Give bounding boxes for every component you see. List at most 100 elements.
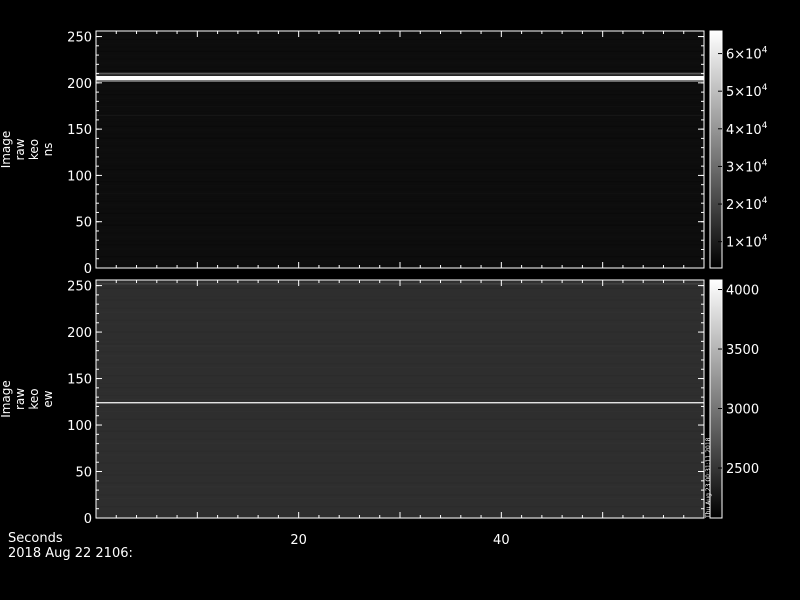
keogram-noise-row [96,418,704,420]
keogram-noise-row [96,70,704,72]
date-label: 2018 Aug 22 2106: [8,546,133,561]
keogram-noise-row [96,212,704,214]
keogram-noise-row [96,311,704,313]
keogram-noise-row [96,149,704,151]
keogram-noise-row [96,90,704,92]
keogram-noise-row [96,204,704,206]
keogram-noise-row [96,236,704,238]
keogram-noise-row [96,58,704,60]
keogram-noise-row [96,46,704,48]
keogram-noise-row [96,165,704,167]
colorbar-tick-label: 2500 [726,462,759,477]
x-tick-label: 40 [493,533,510,548]
y-tick-label: 0 [84,262,92,277]
colorbar-tick-label: 3000 [726,403,759,418]
keogram-noise-row [96,181,704,183]
keogram-noise-row [96,299,704,301]
keogram-noise-row [96,153,704,155]
keogram-noise-row [96,248,704,250]
keogram-noise-row [96,410,704,413]
keogram-bright-band [96,402,704,404]
keogram-noise-row [96,228,704,230]
keogram-noise-row [96,200,704,202]
keogram-noise-row [96,355,704,357]
keogram-noise-row [96,363,704,365]
keogram-figure: 050100150200250 Image raw keo ns 1×1042×104… [0,30,768,548]
keogram-noise-row [96,291,704,293]
keogram-noise-row [96,466,704,468]
y-tick-label: 250 [67,31,92,46]
y-tick-label: 200 [67,326,92,341]
x-axis-label: Seconds [8,531,63,546]
keogram-noise-row [96,390,704,393]
y-tick-label: 50 [75,466,92,481]
keogram-noise-row [96,450,704,452]
colorbar-gradient [709,30,723,269]
y-axis-label-word: keo [27,388,41,409]
y-tick-label: 0 [84,512,92,527]
keogram-noise-row [96,137,704,139]
keogram-noise-row [96,256,704,258]
keogram-noise-row [96,161,704,163]
keogram-noise-row [96,510,704,512]
keogram-noise-row [96,133,704,135]
keogram-noise-row [96,414,704,416]
colorbar-tick-label: 3500 [726,343,759,358]
keogram-bright-band [96,345,704,347]
colorbar-tick-label: 5×104 [726,83,768,100]
y-tick-label: 150 [67,123,92,138]
colorbar-tick-label: 4×104 [726,121,768,138]
keogram-noise-row [96,462,704,464]
y-tick-label: 250 [67,280,92,295]
x-tick-label: 20 [290,533,307,548]
colorbar-tick-label: 6×104 [726,46,768,63]
colorbar-tick-label: 3×104 [726,158,768,175]
keogram-noise-row [96,339,704,341]
y-tick-label: 150 [67,373,92,388]
keogram-noise-row [96,169,704,171]
keogram-noise-row [96,109,704,112]
keogram-noise-row [96,216,704,218]
ns-y-axis-label: Image raw keo ns [0,131,55,169]
keogram-noise-row [96,343,704,345]
keogram-noise-row [96,394,704,397]
y-axis-label-word: keo [27,139,41,160]
keogram-noise-row [96,446,704,448]
keogram-noise-row [96,240,704,242]
keogram-noise-row [96,434,704,436]
keogram-noise-row [96,335,704,337]
keogram-noise-row [96,94,704,96]
y-axis-label-word: Image [0,131,13,169]
keogram-noise-row [96,252,704,254]
keogram-noise-row [96,232,704,234]
keogram-bright-band [96,75,704,81]
keogram-noise-row [96,375,704,377]
keogram-noise-row [96,54,704,56]
y-axis-label-word: raw [13,138,27,160]
keogram-bright-band [96,80,704,82]
keogram-noise-row [96,331,704,333]
keogram-noise-row [96,177,704,179]
y-axis-label-word: ns [41,143,55,157]
keogram-noise-row [96,438,704,440]
keogram-noise-row [96,371,704,373]
keogram-noise-row [96,184,704,187]
ew-keogram-image [96,280,704,520]
keogram-noise-row [96,303,704,305]
keogram-noise-row [96,482,704,484]
keogram-noise-row [96,50,704,52]
keogram-noise-row [96,351,704,353]
keogram-noise-row [96,323,704,325]
keogram-noise-row [96,260,704,262]
keogram-noise-row [96,42,704,44]
ns-colorbar: 1×104 2×104 3×104 4×104 5×104 6×104 [709,30,768,269]
keogram-noise-row [96,287,704,289]
keogram-noise-row [96,192,704,195]
keogram-noise-row [96,101,704,104]
keogram-noise-row [96,224,704,226]
y-axis-label-word: raw [13,388,27,410]
keogram-noise-row [96,315,704,317]
keogram-noise-row [96,117,704,119]
colorbar-tick-label: 1×104 [726,234,768,251]
keogram-noise-row [96,490,704,492]
